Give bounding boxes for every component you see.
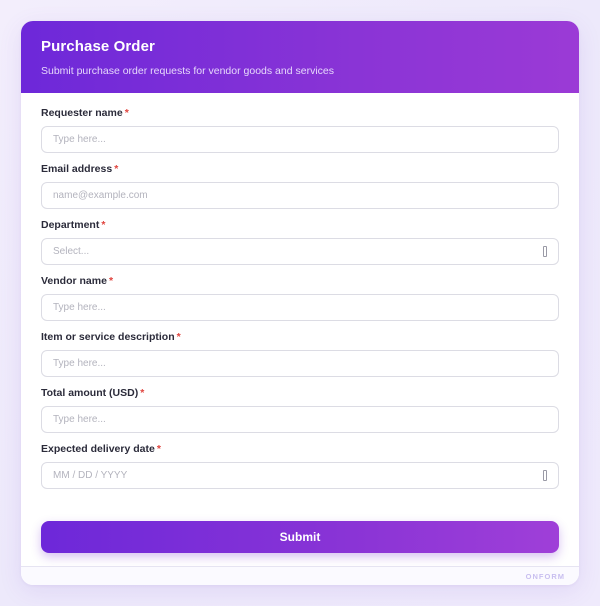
required-marker: *	[108, 275, 114, 287]
total-amount-field: Total amount (USD) * Type here...	[41, 387, 559, 433]
required-marker: *	[101, 219, 106, 231]
item-description-label: Item or service description *	[41, 331, 181, 343]
vendor-name-label: Vendor name *	[41, 275, 114, 287]
submit-button[interactable]: Submit	[41, 521, 559, 553]
department-label: Department *	[41, 219, 106, 231]
vendor-name-placeholder: Type here...	[53, 302, 106, 313]
total-amount-label: Total amount (USD) *	[41, 387, 145, 399]
email-placeholder: name@example.com	[53, 190, 148, 201]
email-input[interactable]: name@example.com	[41, 182, 559, 209]
vendor-name-input[interactable]: Type here...	[41, 294, 559, 321]
required-marker: *	[140, 387, 145, 399]
form-title: Purchase Order	[41, 38, 155, 55]
email-label: Email address *	[41, 163, 119, 175]
department-field: Department * Select...	[41, 219, 559, 265]
delivery-date-label: Expected delivery date *	[41, 443, 161, 455]
required-marker: *	[176, 331, 181, 343]
requester-name-field: Requester name * Type here...	[41, 107, 559, 153]
department-placeholder: Select...	[53, 246, 90, 257]
requester-name-input[interactable]: Type here...	[41, 126, 559, 153]
brand-logo: ONFORM	[525, 572, 565, 581]
form-subtitle: Submit purchase order requests for vendo…	[41, 65, 334, 77]
form-footer: ONFORM	[21, 566, 579, 585]
delivery-date-input[interactable]: MM / DD / YYYY	[41, 462, 559, 489]
item-description-field: Item or service description * Type here..…	[41, 331, 559, 377]
delivery-date-placeholder: MM / DD / YYYY	[53, 470, 128, 481]
vendor-name-field: Vendor name * Type here...	[41, 275, 559, 321]
delivery-date-field: Expected delivery date * MM / DD / YYYY	[41, 443, 559, 489]
required-marker: *	[156, 443, 161, 455]
required-marker: *	[114, 163, 119, 175]
total-amount-input[interactable]: Type here...	[41, 406, 559, 433]
requester-name-placeholder: Type here...	[53, 134, 106, 145]
required-marker: *	[124, 107, 129, 119]
calendar-icon[interactable]	[543, 470, 547, 481]
total-amount-placeholder: Type here...	[53, 414, 106, 425]
email-field: Email address * name@example.com	[41, 163, 559, 209]
item-description-input[interactable]: Type here...	[41, 350, 559, 377]
department-select[interactable]: Select...	[41, 238, 559, 265]
form-card: Purchase Order Submit purchase order req…	[21, 21, 579, 585]
requester-name-label: Requester name *	[41, 107, 129, 119]
form-header: Purchase Order Submit purchase order req…	[21, 21, 579, 93]
dropdown-icon[interactable]	[543, 246, 547, 257]
item-description-placeholder: Type here...	[53, 358, 106, 369]
